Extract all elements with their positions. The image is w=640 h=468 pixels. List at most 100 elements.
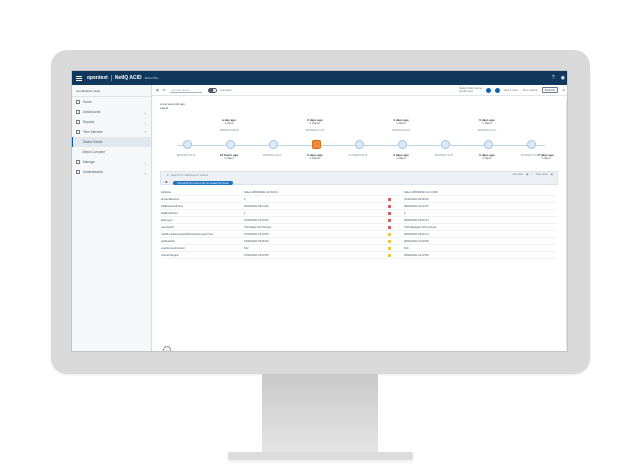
table-cell: 1 <box>244 211 246 215</box>
timeline-event-label: 3 days ago 1 object <box>382 153 420 161</box>
change-marker-cell <box>374 246 404 250</box>
attribute-search-input[interactable]: ● Search for attributes or values <box>167 173 208 177</box>
hamburger-menu-icon[interactable] <box>76 75 82 81</box>
sidebar-item-reports[interactable]: Reports ⌄ <box>72 117 151 127</box>
table-row[interactable]: badPasswordTime 26/03/2024 08:14:22 28/03/… <box>161 203 557 210</box>
timeline-event-label: 13 hours ago 1 object <box>210 153 248 161</box>
event-count: 2 objects <box>309 157 321 161</box>
change-marker-cell <box>374 204 404 208</box>
timeline-node[interactable] <box>226 140 235 149</box>
table-row[interactable]: memberOf CN=Sales,OU=Groups CN=Managers,OU… <box>161 224 557 231</box>
manage-icon <box>76 160 80 164</box>
chevron-down-icon: ⌄ <box>143 159 147 165</box>
settings-icon[interactable]: ⚙ <box>562 88 565 92</box>
timeline-node-selected[interactable] <box>312 140 321 149</box>
table-cell: 28/03/2024 11:12:08 <box>404 253 429 257</box>
timeline-node[interactable] <box>183 140 192 149</box>
timeline-node[interactable] <box>355 140 364 149</box>
event-count: 1 object <box>224 157 234 161</box>
table-cell: badPwdCount <box>161 211 178 215</box>
calendar-icon[interactable]: ▣ <box>551 173 553 176</box>
help-icon[interactable]: ? <box>552 75 555 81</box>
timeline-node[interactable] <box>269 140 278 149</box>
timeline-stamp: 28/03/2024 09:49 <box>219 129 239 132</box>
header-actions: ? ◉ <box>552 75 565 81</box>
table-row: Attribute Value (28/03/2024 11:09:31) Valu… <box>161 189 557 196</box>
table-row[interactable]: msDS-LastSuccessfulInteractiveLogonTime 2… <box>161 231 557 238</box>
floating-action-icon[interactable]: ⓘ <box>163 346 171 351</box>
table-row[interactable]: badPwdCount 1 2 <box>161 210 557 217</box>
timeline-event-label: a day ago 1 event <box>210 118 248 126</box>
timeline-stamp: 26/03/2024 12:17 <box>477 129 497 132</box>
table-row[interactable]: whenChanged 27/03/2024 16:22:05 28/03/2024… <box>161 252 557 259</box>
field-selector[interactable]: Select field name jsmith.test <box>459 87 482 93</box>
table-cell: badPasswordTime <box>161 204 184 208</box>
change-marker-yellow <box>387 232 391 236</box>
table-cell: 0 <box>244 197 246 201</box>
event-count: 1 object <box>482 157 492 161</box>
settings-icon[interactable]: ⚙ <box>165 180 168 184</box>
comparison-table: Attribute Value (28/03/2024 11:09:31) Valu… <box>161 189 557 259</box>
table-cell: 2 <box>404 211 406 215</box>
toolbar-right: Select field name jsmith.test last 1 hou… <box>459 87 565 93</box>
change-marker-red <box>387 211 391 215</box>
timeline-event-label: 2 days ago 2 objects <box>296 153 334 161</box>
table-row[interactable]: pwdLastSet 15/02/2024 09:00:00 28/03/2024 … <box>161 238 557 245</box>
last-hour-filter[interactable]: last 1 hour <box>504 88 518 92</box>
timeline-stamp: 28/03/2024 16:40 <box>176 154 196 157</box>
object-search-input[interactable]: Search object ⌕ <box>169 87 202 93</box>
table-row[interactable]: accountExpires 0 31/12/2024 00:00:00 <box>161 196 557 203</box>
chevron-down-icon: ⌄ <box>143 109 147 115</box>
timeline-node[interactable] <box>398 140 407 149</box>
timestamp-filter[interactable]: Time stamp <box>522 88 538 92</box>
timeline-event-label: 5 days ago 1 object <box>468 153 506 161</box>
filter-icon[interactable]: ⚙ <box>163 88 166 92</box>
timeline-stamp: 28/03/2024 12:13 <box>262 154 282 157</box>
table-cell: memberOf <box>161 225 174 229</box>
sidebar-item-status-viewer[interactable]: Status Viewer <box>72 137 151 147</box>
sidebar-item-label: Dashboards <box>83 110 101 114</box>
change-marker-cell <box>374 218 404 222</box>
timeline-node[interactable] <box>527 140 536 149</box>
notification-dot[interactable] <box>486 87 492 93</box>
sync-dot[interactable] <box>495 87 501 93</box>
table-cell: 26/03/2024 08:14:22 <box>244 204 269 208</box>
calendar-icon[interactable]: ▣ <box>526 173 528 176</box>
sidebar-item-time-machine[interactable]: Time Machine ⌃ <box>72 127 151 137</box>
calendar-icon[interactable]: ▣ <box>156 88 159 92</box>
change-marker-red <box>387 218 391 222</box>
compare-controls: Old value ▣ ◐ New value ▣ <box>512 173 553 176</box>
sidebar-item-administration[interactable]: Administration ⌄ <box>72 167 151 177</box>
change-marker-yellow <box>387 253 391 257</box>
sidebar-item-manage[interactable]: Manage ⌄ <box>72 157 151 167</box>
sidebar-item-dashboards[interactable]: Dashboards ⌄ <box>72 107 151 117</box>
adjust-icon[interactable]: ◐ <box>531 173 533 176</box>
change-marker-red <box>387 225 391 229</box>
table-row[interactable]: lastLogon 27/03/2024 16:22:05 28/03/2024 0… <box>161 217 557 224</box>
vertical-scrollbar[interactable] <box>566 100 567 350</box>
timeline-node[interactable] <box>441 140 450 149</box>
latest-subtitle: Latest <box>160 106 169 110</box>
sidebar-item-object-compare[interactable]: Object Compare <box>72 147 151 157</box>
search-icon: ⌕ <box>197 87 200 92</box>
table-row[interactable]: userAccountControl 512 514 <box>161 245 557 252</box>
sidebar-item-label: Administration <box>83 170 104 174</box>
chevron-down-icon: ⌄ <box>143 119 147 125</box>
sidebar-item-home[interactable]: Home <box>72 97 151 107</box>
table-cell: pwdLastSet <box>161 239 176 243</box>
chevron-down-icon: ⌄ <box>143 169 147 175</box>
timeline-node[interactable] <box>484 140 493 149</box>
table-cell: 28/03/2024 09:02:14 <box>404 218 429 222</box>
event-count: 2 objects <box>309 122 321 126</box>
table-cell: Value (28/03/2024 11:12:08) <box>404 190 438 194</box>
user-icon[interactable]: ◉ <box>561 75 565 81</box>
event-count: 1 event <box>224 122 234 126</box>
user-icon: ● <box>167 173 169 177</box>
compare-toggle[interactable] <box>207 87 217 93</box>
sidebar-item-label: Object Compare <box>82 150 106 154</box>
refresh-button[interactable]: Refresh <box>541 87 559 93</box>
change-marker-yellow <box>387 239 391 243</box>
sidebar-item-label: Status Viewer <box>83 140 103 144</box>
sidebar-domain[interactable]: omnidashcm.local <box>72 85 151 97</box>
object-path-pill[interactable]: CN=jsmith,OU=Users,DC=omnidash,DC=local <box>173 181 233 185</box>
